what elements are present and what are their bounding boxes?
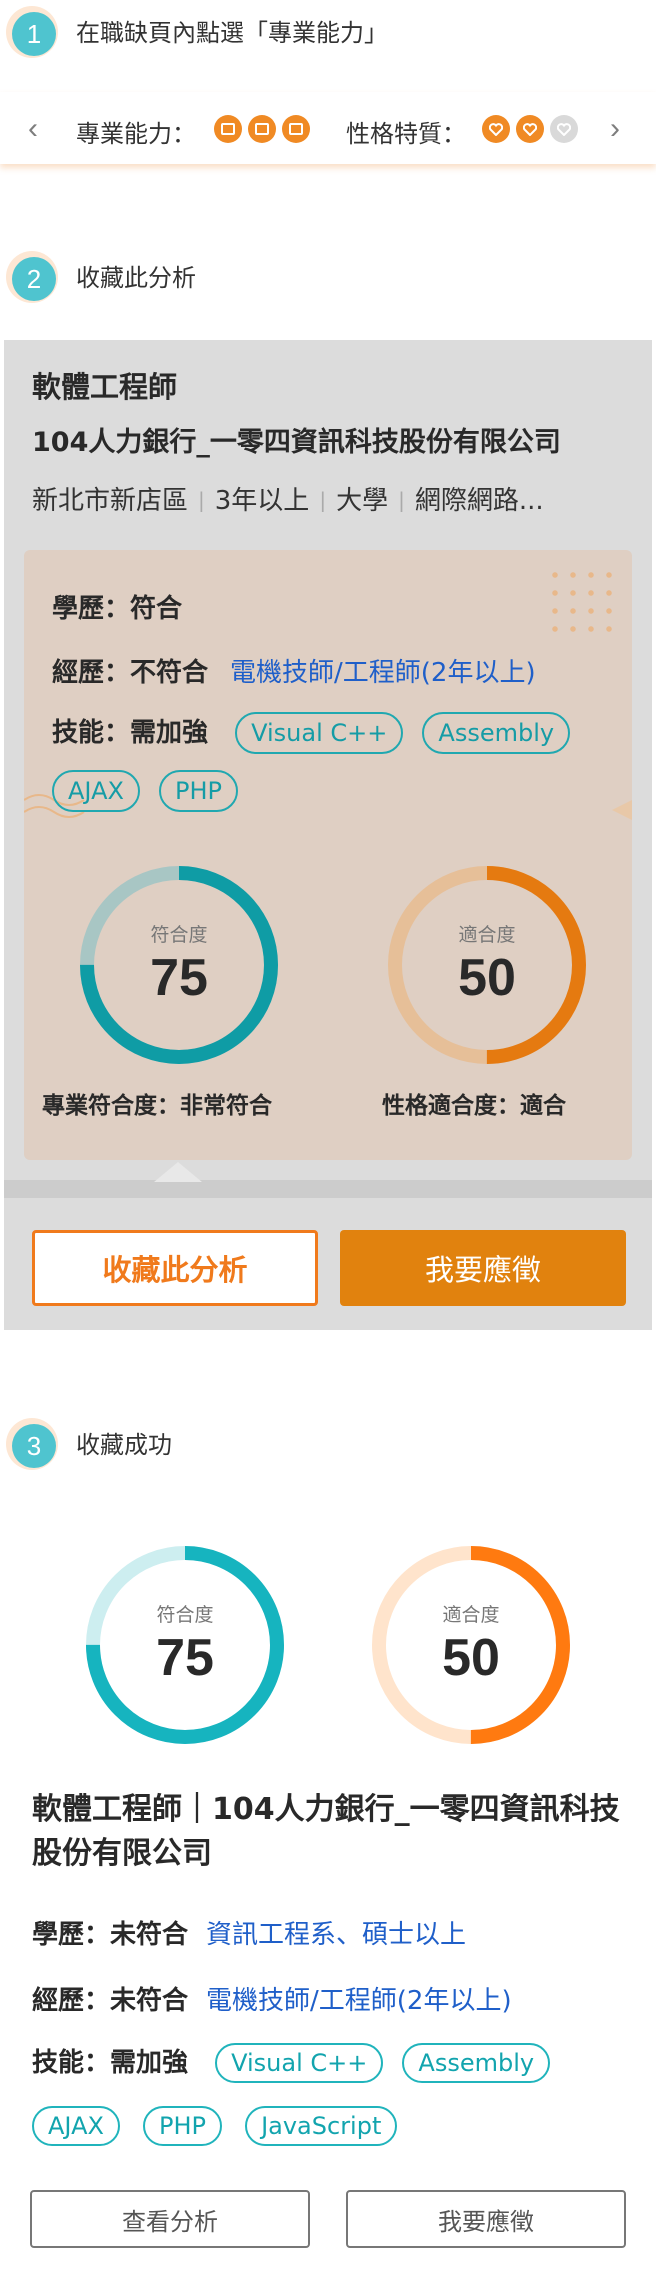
saved-skills-row: 技能：需加強 Visual C++ Assembly — [32, 2042, 551, 2083]
gauge-label: 符合度 — [156, 1604, 214, 1626]
step-3-text: 收藏成功 — [76, 1431, 172, 1459]
saved-experience-row: 經歷：未符合 電機技師/工程師(2年以上) — [32, 1986, 512, 2016]
job-meta: 新北市新店區 | 3年以上 | 大學 | 網際網路... — [32, 480, 544, 517]
skills-row-wrap: AJAX PHP — [52, 770, 238, 812]
briefcase-icon — [214, 115, 242, 143]
save-analysis-button[interactable]: 收藏此分析 — [32, 1230, 318, 1306]
gauge-value: 75 — [150, 949, 208, 1007]
experience-detail-link[interactable]: 電機技師/工程師(2年以上) — [230, 658, 536, 688]
education-requirement: 大學 — [336, 486, 389, 516]
saved-suitability-gauge: 適合度 50 — [366, 1540, 576, 1750]
education-row: 學歷：符合 — [52, 594, 183, 624]
personality-label[interactable]: 性格特質： — [346, 114, 466, 149]
skill-tag[interactable]: Assembly — [422, 712, 571, 754]
match-navbar: ‹ 專業能力： 性格特質： › — [0, 92, 656, 164]
step-number-badge: 1 — [6, 6, 58, 58]
skill-tag[interactable]: AJAX — [32, 2106, 120, 2146]
experience-detail-link[interactable]: 電機技師/工程師(2年以上) — [206, 1986, 512, 2016]
skill-tag[interactable]: Visual C++ — [215, 2043, 384, 2083]
saved-skills-row-wrap: AJAX PHP JavaScript — [32, 2106, 398, 2146]
view-analysis-button[interactable]: 查看分析 — [30, 2190, 310, 2248]
meta-separator: | — [398, 488, 405, 512]
analysis-card: 軟體工程師 104人力銀行_一零四資訊科技股份有限公司 新北市新店區 | 3年以上 |… — [4, 340, 652, 1330]
skill-label[interactable]: 專業能力： — [76, 114, 196, 149]
gauge-label: 適合度 — [442, 1604, 500, 1626]
match-panel: 學歷：符合 經歷：不符合 電機技師/工程師(2年以上) 技能：需加強 Visual… — [24, 550, 632, 1160]
industry: 網際網路... — [414, 486, 544, 516]
fit-gauge: 符合度 75 — [74, 860, 284, 1070]
step-number-badge: 2 — [6, 251, 58, 303]
gauge-label: 符合度 — [150, 924, 208, 946]
briefcase-icon — [248, 115, 276, 143]
apply-button[interactable]: 我要應徵 — [340, 1230, 626, 1306]
heart-icon — [516, 115, 544, 143]
skills-row: 技能：需加強 Visual C++ Assembly — [52, 712, 571, 754]
company-name[interactable]: 104人力銀行_一零四資訊科技股份有限公司 — [32, 420, 561, 459]
briefcase-icon — [282, 115, 310, 143]
saved-apply-button[interactable]: 我要應徵 — [346, 2190, 626, 2248]
dot-pattern-decoration — [546, 566, 618, 638]
job-title[interactable]: 軟體工程師 — [32, 364, 177, 406]
meta-separator: | — [198, 488, 205, 512]
skill-tag[interactable]: PHP — [143, 2106, 222, 2146]
heart-icon — [482, 115, 510, 143]
location: 新北市新店區 — [32, 486, 189, 516]
skill-tag[interactable]: PHP — [159, 770, 238, 812]
divider-strip — [4, 1180, 652, 1198]
education-detail-link[interactable]: 資訊工程系、碩士以上 — [206, 1920, 466, 1950]
skill-tag[interactable]: Assembly — [402, 2043, 551, 2083]
skill-tag[interactable]: JavaScript — [245, 2106, 398, 2146]
chevron-right-icon[interactable]: › — [610, 112, 620, 146]
gauge-value: 75 — [156, 1629, 214, 1687]
suitability-caption: 性格適合度：適合 — [382, 1093, 566, 1119]
step-1-text: 在職缺頁內點選「專業能力」 — [76, 19, 388, 47]
suitability-gauge: 適合度 50 — [382, 860, 592, 1070]
step-number-badge: 3 — [6, 1418, 58, 1470]
experience-row: 經歷：不符合 電機技師/工程師(2年以上) — [52, 658, 536, 688]
meta-separator: | — [319, 488, 327, 512]
pointer-notch — [154, 1162, 202, 1182]
fit-caption: 專業符合度：非常符合 — [42, 1093, 272, 1119]
saved-fit-gauge: 符合度 75 — [80, 1540, 290, 1750]
skill-tag[interactable]: AJAX — [52, 770, 140, 812]
saved-job-title[interactable]: 軟體工程師｜104人力銀行_一零四資訊科技股份有限公司 — [32, 1788, 632, 1876]
chevron-left-icon[interactable]: ‹ — [28, 112, 38, 146]
gauge-value: 50 — [442, 1629, 500, 1687]
step-2-text: 收藏此分析 — [76, 264, 196, 292]
gauge-label: 適合度 — [458, 924, 516, 946]
heart-icon — [550, 115, 578, 143]
skill-tag[interactable]: Visual C++ — [235, 712, 404, 754]
experience-requirement: 3年以上 — [214, 486, 310, 516]
gauge-value: 50 — [458, 949, 516, 1007]
saved-education-row: 學歷：未符合 資訊工程系、碩士以上 — [32, 1920, 467, 1950]
